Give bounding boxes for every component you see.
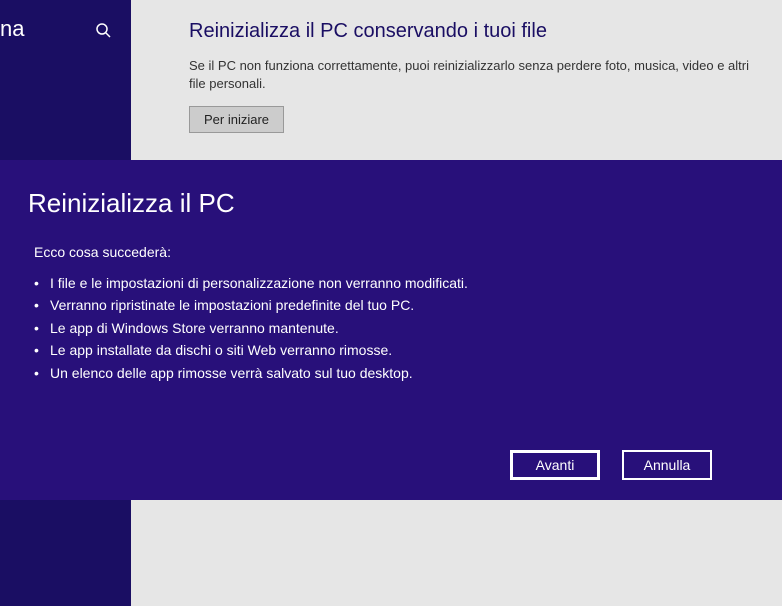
refresh-pc-description: Se il PC non funziona correttamente, puo… — [189, 57, 762, 92]
dialog-button-row: Avanti Annulla — [510, 450, 712, 480]
settings-content: Reinizializza il PC conservando i tuoi f… — [131, 0, 782, 160]
refresh-pc-title: Reinizializza il PC conservando i tuoi f… — [189, 20, 762, 43]
search-icon[interactable] — [95, 22, 111, 38]
content-lower — [131, 500, 782, 606]
refresh-pc-dialog: Reinizializza il PC Ecco cosa succederà:… — [0, 160, 782, 500]
sidebar-label-fragment: na — [0, 16, 24, 42]
next-button[interactable]: Avanti — [510, 450, 600, 480]
dialog-subtitle: Ecco cosa succederà: — [34, 244, 754, 260]
list-item: I file e le impostazioni di personalizza… — [34, 272, 754, 294]
dialog-info-list: I file e le impostazioni di personalizza… — [34, 272, 754, 384]
dialog-title: Reinizializza il PC — [28, 188, 754, 219]
list-item: Le app installate da dischi o siti Web v… — [34, 339, 754, 361]
list-item: Un elenco delle app rimosse verrà salvat… — [34, 362, 754, 384]
list-item: Le app di Windows Store verranno mantenu… — [34, 317, 754, 339]
cancel-button[interactable]: Annulla — [622, 450, 712, 480]
get-started-button[interactable]: Per iniziare — [189, 106, 284, 133]
sidebar-lower — [0, 500, 131, 606]
list-item: Verranno ripristinate le impostazioni pr… — [34, 294, 754, 316]
